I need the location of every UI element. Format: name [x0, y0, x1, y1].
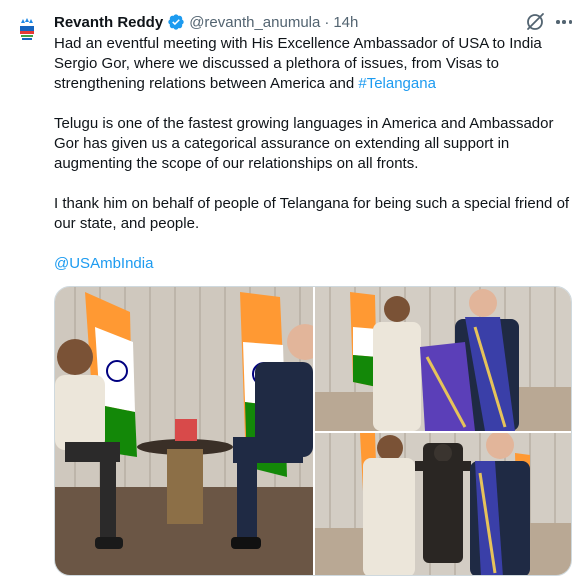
photo-shawl-presentation[interactable]: [315, 287, 571, 431]
author-handle[interactable]: @revanth_anumula: [189, 14, 320, 31]
more-options-button[interactable]: [553, 12, 575, 32]
post-text-main: Had an eventful meeting with His Excelle…: [54, 35, 542, 92]
party-logo-icon: [13, 15, 41, 43]
grok-button[interactable]: [524, 11, 546, 33]
photo-image: [55, 287, 313, 575]
more-options-icon: [556, 20, 560, 24]
media-grid: [54, 286, 572, 576]
post-text-paragraph-3: I thank him on behalf of people of Telan…: [54, 195, 570, 232]
grok-slash-icon: [527, 13, 544, 30]
verified-badge-icon: [168, 14, 184, 30]
photo-idol-presentation[interactable]: [315, 433, 571, 575]
mention-link[interactable]: @USAmbIndia: [54, 255, 153, 272]
post-text-paragraph-4: @USAmbIndia: [54, 254, 574, 274]
photo-image: [315, 287, 571, 431]
more-options-icon: [562, 20, 566, 24]
post-text-paragraph-2: Telugu is one of the fastest growing lan…: [54, 115, 554, 172]
photo-meeting-seated[interactable]: [55, 287, 313, 575]
author-name[interactable]: Revanth Reddy: [54, 14, 163, 31]
post-timestamp[interactable]: 14h: [333, 14, 358, 31]
avatar[interactable]: [10, 12, 44, 46]
post-text-paragraph-1: Had an eventful meeting with His Excelle…: [54, 34, 574, 94]
post-header: Revanth Reddy @revanth_anumula · 14h: [54, 11, 358, 33]
more-options-icon: [568, 20, 572, 24]
photo-image: [315, 433, 571, 575]
hashtag-link[interactable]: #Telangana: [358, 75, 436, 92]
separator-dot: ·: [324, 13, 330, 31]
